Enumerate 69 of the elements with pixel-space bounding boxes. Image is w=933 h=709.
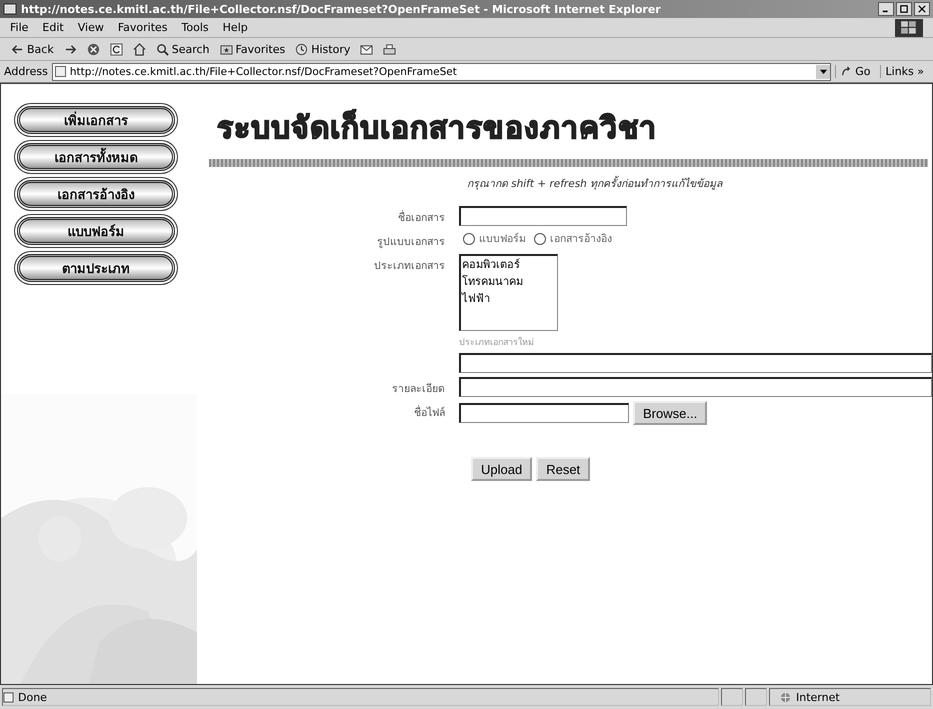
address-field[interactable]: http://notes.ce.kmitl.ac.th/File+Collector.nsf/DocFrameset?OpenFrameSet: [52, 62, 832, 80]
form-button[interactable]: Upload: [471, 457, 532, 481]
input-field[interactable]: [459, 206, 627, 226]
browser-icon: [3, 2, 17, 16]
refresh-icon: [110, 42, 123, 56]
caret-icon: [820, 68, 827, 75]
search-button[interactable]: Search: [152, 42, 213, 56]
menu-item[interactable]: Tools: [182, 21, 209, 34]
stop-icon: [86, 42, 100, 56]
nav-button[interactable]: เอกสารทั้งหมด: [17, 143, 175, 171]
field-label: ชื่อไฟล์: [413, 404, 445, 421]
page-title: ระบบจัดเก็บเอกสารของภาควิชา: [217, 108, 658, 148]
list-item[interactable]: โทรคมนาคม: [461, 273, 557, 290]
field-label: ประเภทเอกสาร: [373, 259, 445, 274]
go-button[interactable]: Go: [835, 65, 876, 78]
status-pane: [745, 688, 767, 706]
status-text: Done: [18, 690, 47, 704]
input-field[interactable]: [459, 353, 932, 373]
hint-text: กรุณากด shift + refresh ทุกครั้งก่อนทำการแก้ไขข้อมูล: [197, 175, 932, 192]
page-icon: [3, 692, 14, 702]
favorites-icon: [220, 42, 233, 56]
field-label: ประเภทเอกสารใหม่: [459, 336, 535, 349]
list-box[interactable]: คอมพิวเตอร์ โทรคมนาคม ไฟฟ้า: [459, 254, 558, 331]
status-pane: [721, 688, 743, 706]
globe-icon: [780, 692, 791, 702]
nav-button[interactable]: แบบฟอร์ม: [17, 217, 175, 245]
dropdown-button[interactable]: [816, 64, 830, 78]
menu-item[interactable]: File: [10, 21, 28, 34]
menu-item[interactable]: Help: [222, 21, 248, 34]
list-item[interactable]: คอมพิวเตอร์: [461, 256, 557, 273]
menu-item[interactable]: Edit: [42, 21, 64, 34]
list-item[interactable]: ไฟฟ้า: [461, 290, 557, 307]
close-icon: [918, 5, 926, 13]
home-icon: [132, 42, 146, 56]
forward-icon: [64, 42, 77, 56]
radio-button[interactable]: [463, 232, 475, 244]
input-field[interactable]: [459, 377, 932, 397]
nav-button[interactable]: ตามประเภท: [17, 254, 175, 282]
radio-label: เอกสารอ้างอิง: [550, 232, 612, 247]
print-icon: [383, 42, 396, 56]
maximize-button[interactable]: [896, 2, 912, 16]
radio-label: แบบฟอร์ม: [479, 232, 526, 247]
radio-button[interactable]: [534, 232, 546, 244]
file-field[interactable]: [459, 403, 629, 423]
nav-button[interactable]: เพิ่มเอกสาร: [17, 106, 175, 134]
field-label: รายละเอียด: [391, 382, 445, 397]
window-title: http://notes.ce.kmitl.ac.th/File+Collector.nsf/DocFrameset?OpenFrameSet - Microsoft Internet Explorer: [21, 2, 662, 16]
favorites-button[interactable]: Favorites: [216, 42, 288, 56]
address-label: Address: [4, 65, 48, 78]
maximize-icon: [900, 5, 908, 13]
field-label: ชื่อเอกสาร: [397, 209, 445, 226]
nav-button[interactable]: เอกสารอ้างอิง: [17, 180, 175, 208]
links-button[interactable]: Links »: [880, 65, 929, 78]
zone-text: Internet: [796, 690, 840, 704]
form-button[interactable]: Reset: [536, 457, 590, 481]
menu-item[interactable]: Favorites: [118, 21, 168, 34]
back-icon: [11, 42, 24, 56]
close-button[interactable]: [914, 2, 930, 16]
page-icon: [54, 66, 66, 77]
browse-button[interactable]: Browse...: [633, 401, 708, 425]
search-icon: [156, 42, 169, 56]
mail-icon: [360, 42, 374, 56]
history-icon: [295, 42, 308, 56]
menu-item[interactable]: View: [78, 21, 104, 34]
history-button[interactable]: History: [292, 42, 354, 56]
back-button[interactable]: Back: [8, 42, 57, 56]
arrow-icon: [841, 66, 852, 77]
minimize-button[interactable]: [878, 2, 894, 16]
field-label: รูปแบบเอกสาร: [376, 235, 445, 250]
